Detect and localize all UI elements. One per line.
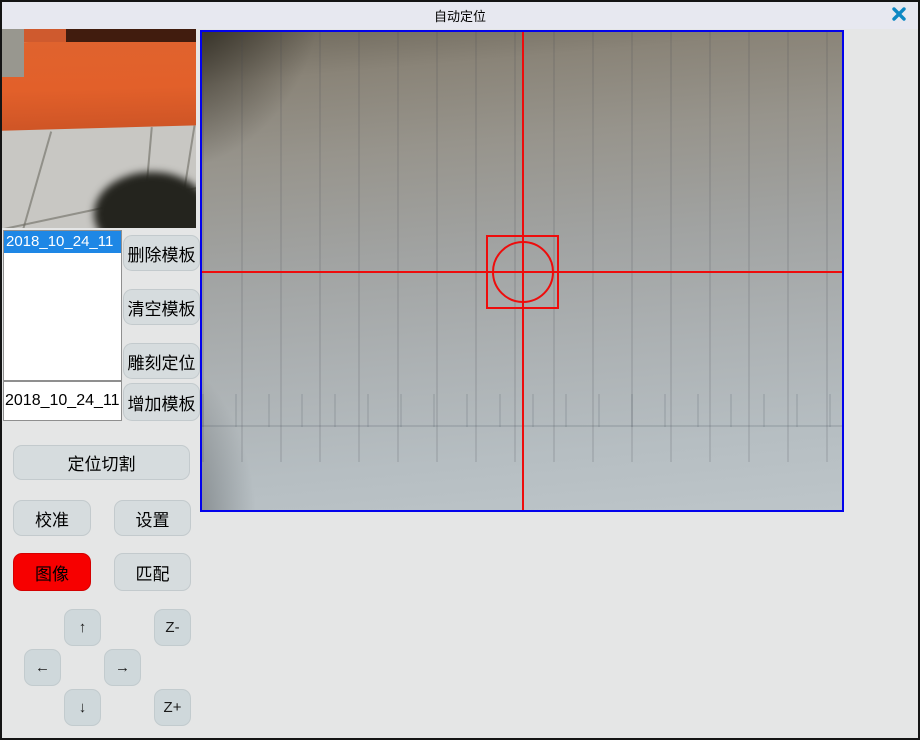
calibrate-button[interactable]: 校准 xyxy=(13,500,91,536)
z-minus-button[interactable]: Z- xyxy=(154,609,191,646)
template-preview-image xyxy=(2,29,196,228)
locate-cut-button[interactable]: 定位切割 xyxy=(13,445,190,480)
jog-right-button[interactable]: → xyxy=(104,649,141,686)
close-x-icon xyxy=(891,6,907,25)
camera-shadow-bottomleft xyxy=(202,32,842,510)
match-button[interactable]: 匹配 xyxy=(114,553,191,591)
delete-template-button[interactable]: 删除模板 xyxy=(123,235,200,271)
crosshair-vertical-line xyxy=(522,32,524,510)
title-bar: 自动定位 xyxy=(2,2,918,29)
jog-left-button[interactable]: ← xyxy=(24,649,61,686)
roi-square-marker xyxy=(486,235,559,309)
close-button[interactable] xyxy=(888,6,910,25)
thumb-gray-patch xyxy=(2,29,24,77)
crosshair-horizontal-line xyxy=(202,271,842,273)
image-button[interactable]: 图像 xyxy=(13,553,91,591)
camera-ceiling-stripes xyxy=(202,32,842,462)
jog-up-button[interactable]: ↑ xyxy=(64,609,101,646)
thumb-tile-line xyxy=(14,131,52,228)
jog-down-button[interactable]: ↓ xyxy=(64,689,101,726)
thumb-orange-patch xyxy=(24,29,66,42)
template-list-item[interactable]: 2018_10_24_11 xyxy=(4,231,121,253)
z-plus-button[interactable]: Z+ xyxy=(154,689,191,726)
roi-circle-marker xyxy=(492,241,554,303)
engrave-locate-button[interactable]: 雕刻定位 xyxy=(123,343,200,379)
settings-button[interactable]: 设置 xyxy=(114,500,191,536)
thumb-orange-beam xyxy=(2,37,196,131)
thumb-dark-strip xyxy=(62,29,196,42)
dialog-title: 自动定位 xyxy=(434,6,486,25)
auto-locate-dialog: 自动定位 2018_10_24_11 删除模板 清空模板 雕刻定位 增加模板 定… xyxy=(0,0,920,740)
template-list[interactable]: 2018_10_24_11 xyxy=(3,230,122,381)
template-name-input[interactable] xyxy=(3,381,122,421)
clear-templates-button[interactable]: 清空模板 xyxy=(123,289,200,325)
add-template-button[interactable]: 增加模板 xyxy=(123,383,200,421)
camera-view[interactable] xyxy=(200,30,844,512)
camera-shadow-topleft xyxy=(202,32,842,510)
camera-tile-row xyxy=(202,394,842,427)
thumb-dark-object xyxy=(94,172,196,228)
